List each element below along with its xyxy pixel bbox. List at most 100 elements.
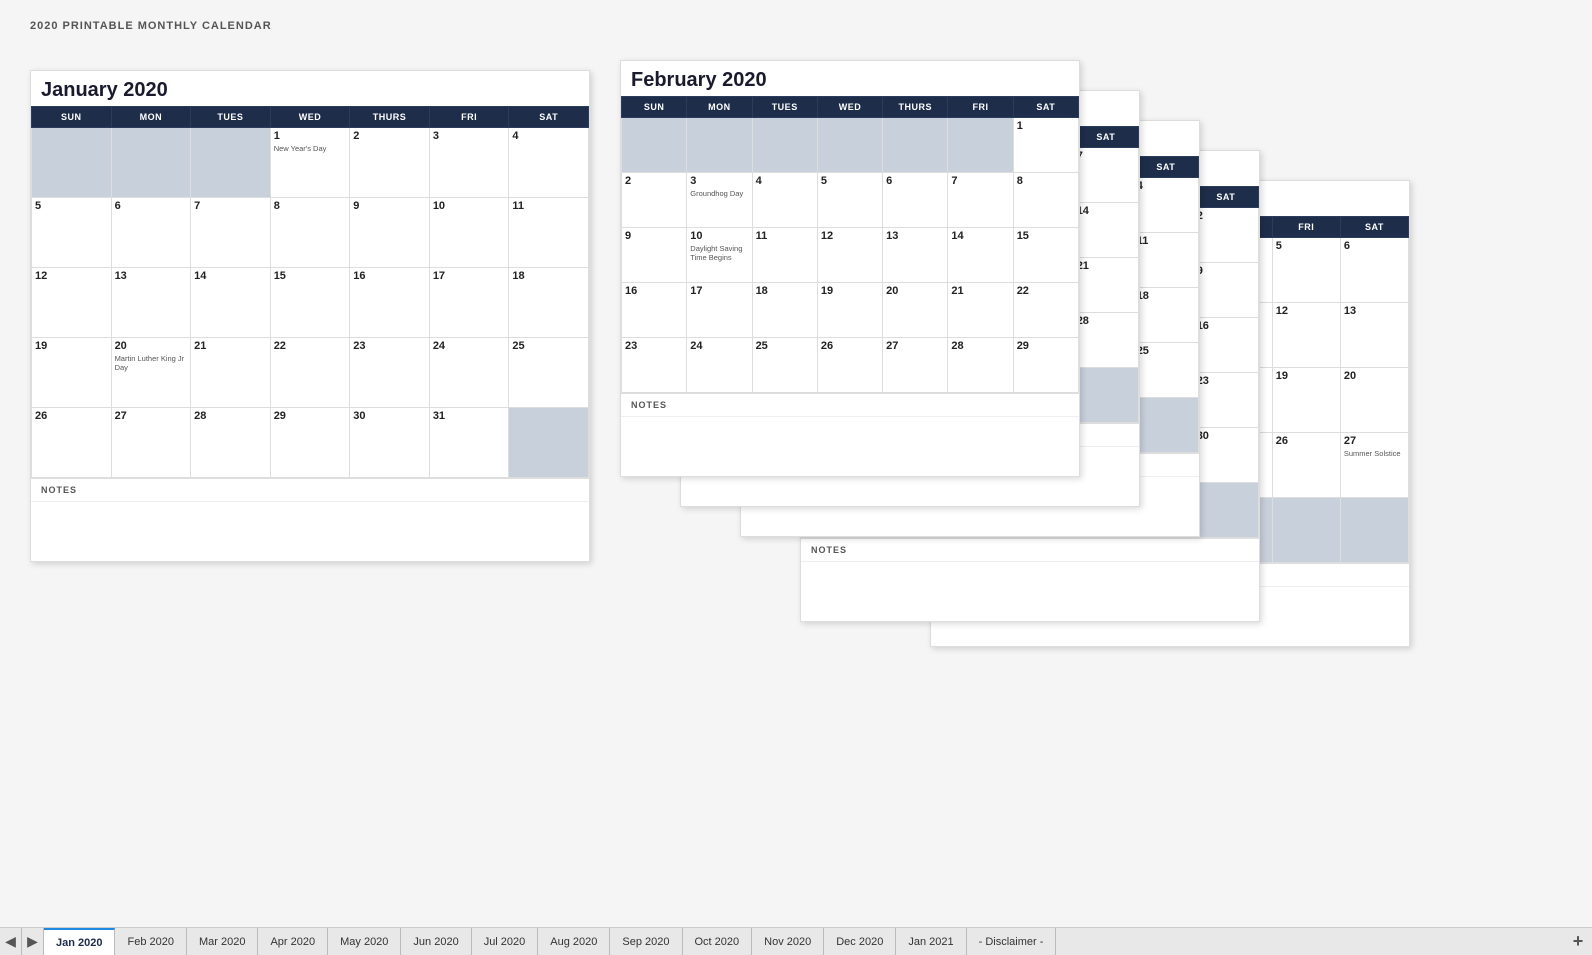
table-row: 27 (883, 338, 948, 393)
table-row: 13 (1340, 303, 1408, 368)
jun-col-sat: SAT (1340, 217, 1408, 238)
table-row: 18 (1133, 288, 1198, 343)
jun-col-fri: FRI (1272, 217, 1340, 238)
sheet-tab-jan2021[interactable]: Jan 2021 (896, 928, 966, 955)
sheet-tab-disclaimer[interactable]: - Disclaimer - (967, 928, 1057, 955)
calendar-february: February 2020 SUN MON TUES WED THURS FRI… (620, 60, 1080, 477)
table-row (1272, 498, 1340, 563)
table-row: 23 24 25 26 27 28 29 (622, 338, 1079, 393)
table-row: 23 (350, 338, 430, 408)
jan-col-sun: SUN (32, 107, 112, 128)
table-row: 18 (752, 283, 817, 338)
table-row (687, 118, 752, 173)
apr-col-sat: SAT (1133, 157, 1198, 178)
table-row: 30 (1193, 428, 1258, 483)
feb-col-tue: TUES (752, 97, 817, 118)
table-row: 9 10Daylight Saving Time Begins 11 12 13… (622, 228, 1079, 283)
feb-col-fri: FRI (948, 97, 1013, 118)
table-row: 28 (948, 338, 1013, 393)
table-row: 26 (817, 338, 882, 393)
table-row (191, 128, 271, 198)
table-row: 16 (622, 283, 687, 338)
table-row: 29 (270, 408, 350, 478)
table-row: 31 (429, 408, 509, 478)
calendar-stack: January 2020 SUN MON TUES WED THURS FRI … (30, 40, 1562, 870)
table-row: 2 (350, 128, 430, 198)
table-row: 19 20Martin Luther King Jr Day 21 22 23 … (32, 338, 589, 408)
may-col-sat: SAT (1193, 187, 1258, 208)
table-row: 27 (111, 408, 191, 478)
table-row: 25 (752, 338, 817, 393)
table-row (1133, 398, 1198, 453)
table-row: 14 (1073, 203, 1138, 258)
table-row (883, 118, 948, 173)
sheet-tab-feb2020[interactable]: Feb 2020 (115, 928, 186, 955)
table-row: 2 (622, 173, 687, 228)
tab-bar: ◀ ▶ Jan 2020 Feb 2020 Mar 2020 Apr 2020 … (0, 927, 1592, 955)
feb-col-sun: SUN (622, 97, 687, 118)
table-row: 21 (948, 283, 1013, 338)
table-row: 28 (191, 408, 271, 478)
sheet-tab-jul2020[interactable]: Jul 2020 (472, 928, 539, 955)
table-row: 23 (622, 338, 687, 393)
table-row: 26 (1272, 433, 1340, 498)
table-row: 1 (622, 118, 1079, 173)
calendar-january: January 2020 SUN MON TUES WED THURS FRI … (30, 70, 590, 562)
table-row: 1New Year's Day 2 3 4 (32, 128, 589, 198)
february-table: SUN MON TUES WED THURS FRI SAT (621, 96, 1079, 393)
table-row: 5 (817, 173, 882, 228)
table-row: 24 (429, 338, 509, 408)
table-row: 2 (1193, 208, 1258, 263)
sheet-tab-jan2020[interactable]: Jan 2020 (44, 928, 115, 955)
table-row (1340, 498, 1408, 563)
mar-col-sat: SAT (1073, 127, 1138, 148)
table-row (817, 118, 882, 173)
table-row: 13 (111, 268, 191, 338)
tab-nav-right[interactable]: ▶ (22, 928, 44, 955)
jan-col-mon: MON (111, 107, 191, 128)
sheet-tab-may2020[interactable]: May 2020 (328, 928, 401, 955)
table-row: 29 (1013, 338, 1078, 393)
table-row: 12 (817, 228, 882, 283)
tab-add-button[interactable]: + (1564, 928, 1592, 955)
sheet-tab-apr2020[interactable]: Apr 2020 (258, 928, 328, 955)
table-row: 16 (350, 268, 430, 338)
sheet-tab-oct2020[interactable]: Oct 2020 (683, 928, 753, 955)
sheet-tab-nov2020[interactable]: Nov 2020 (752, 928, 824, 955)
table-row: 18 (509, 268, 589, 338)
feb-col-mon: MON (687, 97, 752, 118)
table-row: 9 (622, 228, 687, 283)
table-row: 27Summer Solstice (1340, 433, 1408, 498)
sheet-tab-sep2020[interactable]: Sep 2020 (610, 928, 682, 955)
table-row: 3 (429, 128, 509, 198)
table-row: 5 (1272, 238, 1340, 303)
table-row: 28 (1073, 313, 1138, 368)
january-table: SUN MON TUES WED THURS FRI SAT 1New Y (31, 106, 589, 478)
table-row (948, 118, 1013, 173)
february-notes-area (621, 416, 1079, 476)
table-row: 14 (191, 268, 271, 338)
table-row: 7 (191, 198, 271, 268)
sheet-tab-dec2020[interactable]: Dec 2020 (824, 928, 896, 955)
table-row: 15 (1013, 228, 1078, 283)
sheet-tab-aug2020[interactable]: Aug 2020 (538, 928, 610, 955)
table-row: 11 (509, 198, 589, 268)
jan-col-fri: FRI (429, 107, 509, 128)
february-title: February 2020 (621, 61, 1079, 96)
table-row (32, 128, 112, 198)
table-row: 7 (948, 173, 1013, 228)
sheet-tab-mar2020[interactable]: Mar 2020 (187, 928, 258, 955)
table-row: 26 27 28 29 30 31 (32, 408, 589, 478)
table-row: 6 (883, 173, 948, 228)
table-row: 21 (191, 338, 271, 408)
sheet-tab-jun2020[interactable]: Jun 2020 (401, 928, 471, 955)
tab-nav-left[interactable]: ◀ (0, 928, 22, 955)
table-row: 1New Year's Day (270, 128, 350, 198)
table-row: 3Groundhog Day (687, 173, 752, 228)
january-notes-area (31, 501, 589, 561)
table-row: 20 (883, 283, 948, 338)
table-row: 9 (350, 198, 430, 268)
table-row: 21 (1073, 258, 1138, 313)
table-row: 25 (1133, 343, 1198, 398)
table-row: 17 (687, 283, 752, 338)
